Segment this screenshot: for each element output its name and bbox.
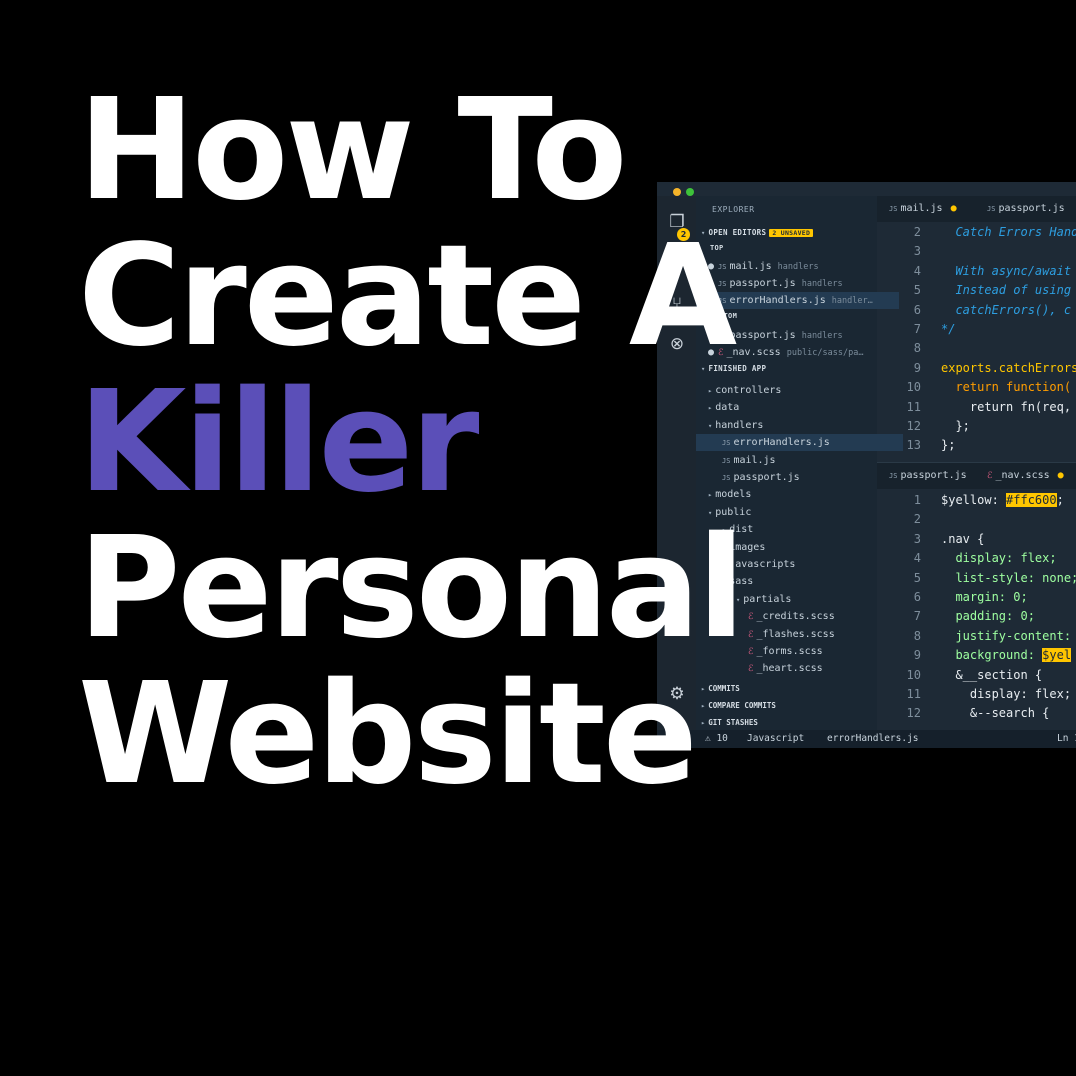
tree-item-label: partials — [743, 593, 792, 605]
line-number: 4 — [913, 551, 921, 566]
unsaved-badge: 2 UNSAVED — [769, 229, 814, 237]
code-text: With async/await — [941, 263, 1072, 278]
code-text: display: flex; — [941, 687, 1072, 701]
tab-nav-scss[interactable]: ℰ _nav.scss ● — [987, 463, 1064, 489]
line-number: 10 — [906, 380, 921, 395]
tab-passport-js[interactable]: JS passport.js — [889, 463, 967, 489]
line-number: 1 — [913, 493, 921, 507]
line-number: 2 — [913, 225, 921, 239]
line-number: 5 — [913, 570, 921, 585]
highlighted-token: #ffc600 — [1006, 493, 1057, 507]
headline-line-1: How To — [78, 69, 628, 232]
tree-item-label: errorHandlers.js — [733, 437, 830, 449]
code-text: }; — [941, 438, 956, 453]
line-number: 5 — [913, 283, 921, 298]
line-number: 3 — [913, 531, 921, 546]
code-text: background: $yel — [941, 648, 1072, 663]
line-number: 6 — [913, 302, 921, 317]
code-text: */ — [941, 322, 956, 336]
line-number: 12 — [906, 706, 921, 721]
code-text: return fn(req, — [941, 399, 1072, 414]
code-pane-top[interactable]: 2 Catch Errors Handler 3 4 With async/awai… — [877, 222, 1076, 462]
line-number: 9 — [913, 360, 921, 375]
scss-icon: ℰ — [987, 471, 993, 481]
code-text: &__section { — [941, 667, 1043, 682]
code-text: Catch Errors Handler — [955, 225, 1076, 239]
tree-item-label: _forms.scss — [756, 646, 823, 657]
line-number: 8 — [913, 628, 921, 643]
tree-item-label: _credits.scss — [756, 611, 835, 623]
editor-tabs-bottom: JS passport.js ℰ _nav.scss ● — [877, 462, 1076, 489]
code-text: justify-content: — [941, 628, 1072, 643]
line-number: 3 — [913, 244, 921, 259]
line-number: 9 — [913, 648, 921, 663]
code-text: list-style: none; — [941, 570, 1076, 585]
line-number: 13 — [906, 438, 921, 453]
language-mode[interactable]: Javascript — [747, 730, 804, 748]
headline: How To Create A Killer Personal Website — [78, 69, 745, 816]
line-number: 11 — [906, 687, 921, 701]
line-number: 12 — [906, 419, 921, 433]
line-number: 10 — [906, 667, 921, 682]
code-text: Instead of using — [941, 283, 1072, 298]
line-number: 2 — [913, 512, 921, 527]
code-pane-bottom[interactable]: 1 $yellow: #ffc600; 2 3 .nav { 4 display: fle… — [877, 490, 1076, 730]
cursor-position[interactable]: Ln 10, Col 1 — [1057, 730, 1076, 748]
headline-line-3: Killer — [78, 361, 479, 524]
tree-item-label: _heart.scss — [756, 663, 823, 675]
highlighted-token: $yel — [1042, 648, 1072, 663]
editor-tabs-top: JS mail.js ● JS passport.js — [877, 196, 1076, 222]
code-text: display: flex; — [941, 551, 1057, 566]
code-text: $yellow: #ffc600; — [941, 493, 1064, 507]
tree-item-label: passport.js — [733, 472, 800, 483]
scss-icon: ℰ — [748, 629, 754, 640]
code-text: &--search { — [941, 706, 1050, 721]
line-number: 4 — [913, 263, 921, 278]
code-text: exports.catchErrors — [941, 360, 1076, 375]
line-number: 8 — [913, 341, 921, 356]
code-text: catchErrors(), c — [941, 302, 1072, 317]
headline-line-4: Personal — [78, 507, 745, 670]
current-file: errorHandlers.js — [827, 733, 919, 744]
code-text: padding: 0; — [941, 609, 1035, 624]
tree-item-label: _flashes.scss — [756, 628, 835, 640]
tab-mail-js[interactable]: JS mail.js ● — [889, 196, 957, 222]
line-number: 6 — [913, 590, 921, 604]
line-number: 7 — [913, 322, 921, 336]
scss-icon: ℰ — [748, 647, 754, 657]
code-text: margin: 0; — [941, 590, 1028, 604]
code-text: return function( — [941, 380, 1072, 395]
code-text: .nav { — [941, 531, 985, 546]
scss-icon: ℰ — [748, 612, 754, 623]
tab-passport-js[interactable]: JS passport.js — [987, 196, 1065, 222]
line-number: 7 — [913, 609, 921, 624]
headline-line-5: Website — [78, 653, 698, 816]
headline-line-2: Create A — [78, 215, 737, 378]
code-text: }; — [941, 419, 970, 433]
scss-icon: ℰ — [748, 664, 754, 675]
line-number: 11 — [906, 399, 921, 414]
